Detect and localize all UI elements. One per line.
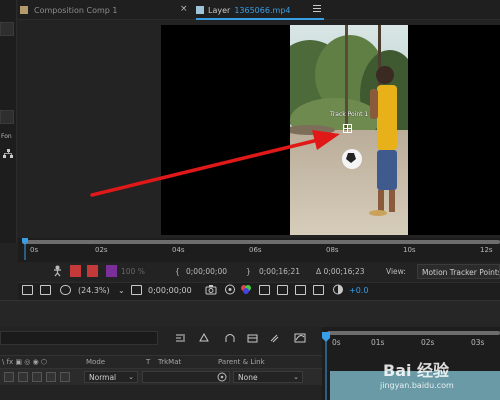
t-column-header: T: [146, 358, 151, 366]
tab-layer-filename: 1365066.mp4: [234, 5, 291, 15]
timeline-work-area-bar[interactable]: [327, 331, 500, 335]
left-panel-field[interactable]: [0, 110, 14, 124]
motion-blur-switch[interactable]: [60, 372, 70, 382]
shy-switch[interactable]: [4, 372, 14, 382]
ruler-tick-label: 08s: [326, 246, 339, 254]
channel-icon[interactable]: [240, 284, 252, 295]
baidu-watermark: Bai 经验: [383, 361, 450, 380]
in-point-time[interactable]: 0;00;00;00: [186, 267, 227, 276]
timeline-tick-label: 03s: [471, 338, 485, 347]
ruler-tick-label: 10s: [403, 246, 416, 254]
exposure-value[interactable]: +0.0: [349, 286, 368, 295]
collapse-switch[interactable]: [18, 372, 28, 382]
track-point-label: Track Point 1: [330, 111, 369, 118]
timeline-search-input[interactable]: [0, 331, 158, 345]
timeline-tick-label: 0s: [332, 338, 341, 347]
parent-value: None: [238, 373, 258, 382]
ruler-tick-label: 0s: [30, 246, 39, 254]
mark-out-button[interactable]: [87, 265, 98, 277]
transparency-grid-icon[interactable]: [277, 285, 288, 295]
mode-value: Normal: [89, 373, 117, 382]
tab-layer-prefix: Layer: [208, 5, 231, 15]
effects-switch[interactable]: [46, 372, 56, 382]
pick-whip-icon[interactable]: [217, 372, 227, 382]
panel-menu-icon[interactable]: [313, 5, 321, 13]
hierarchy-icon[interactable]: [3, 149, 13, 158]
left-panel-label: Fon: [1, 133, 12, 140]
set-in-bracket-icon[interactable]: {: [175, 267, 180, 276]
composition-swatch-icon: [20, 6, 28, 14]
current-time[interactable]: 0;00;00;00: [148, 286, 192, 295]
composition-mini-flowchart-icon[interactable]: [175, 333, 187, 343]
person-icon[interactable]: [52, 265, 63, 277]
timeline-tick-label: 01s: [371, 338, 385, 347]
motion-blur-icon[interactable]: [268, 333, 280, 343]
view-label: View:: [386, 267, 406, 276]
mask-visibility-icon[interactable]: [60, 285, 71, 295]
guides-icon[interactable]: [40, 285, 51, 295]
close-tab-icon[interactable]: ×: [180, 4, 188, 14]
playhead-icon[interactable]: [22, 238, 28, 260]
draft-3d-icon[interactable]: [198, 333, 210, 343]
left-panel: Fon: [0, 0, 17, 243]
view-dropdown[interactable]: Motion Tracker Points: [417, 264, 500, 279]
resolution-grid-icon[interactable]: [131, 285, 142, 295]
switches-header-icon: \ fx ▣ ◎ ◉ ⬡: [2, 358, 48, 366]
graph-editor-icon[interactable]: [294, 333, 306, 343]
ruler-tick-label: 12s: [480, 246, 493, 254]
ruler-tick-label: 04s: [172, 246, 185, 254]
baidu-watermark-url: jingyan.baidu.com: [380, 381, 454, 390]
flowchart-icon[interactable]: [313, 285, 324, 295]
parent-column-header: Parent & Link: [218, 358, 265, 366]
tab-composition-label: Composition Comp 1: [34, 5, 118, 15]
ruler-tick-label: 02s: [95, 246, 108, 254]
duration-readout: Δ 0;00;16;23: [316, 267, 365, 276]
region-of-interest-icon[interactable]: [259, 285, 270, 295]
parent-dropdown[interactable]: None ⌄: [233, 371, 303, 383]
out-point-time[interactable]: 0;00;16;21: [259, 267, 300, 276]
quality-switch[interactable]: [32, 372, 42, 382]
timeline-panel: [0, 300, 500, 327]
track-point-handle[interactable]: [343, 124, 352, 133]
left-panel-tab[interactable]: [0, 22, 14, 36]
tab-layer[interactable]: Layer 1365066.mp4: [196, 0, 290, 20]
timeline-tick-label: 02s: [421, 338, 435, 347]
mode-dropdown[interactable]: Normal ⌄: [84, 371, 138, 383]
color-swatch-button[interactable]: [106, 265, 117, 277]
chevron-down-icon: ⌄: [128, 373, 134, 381]
layer-swatch-icon: [196, 6, 204, 14]
mode-column-header: Mode: [86, 358, 106, 366]
mark-in-button[interactable]: [70, 265, 81, 277]
toggle-view-icon[interactable]: [295, 285, 306, 295]
timeline-empty-row: [0, 385, 322, 400]
magnification-dropdown[interactable]: (24.3%): [78, 286, 110, 295]
ruler-tick-label: 06s: [249, 246, 262, 254]
always-preview-icon[interactable]: [22, 285, 33, 295]
show-snapshot-icon[interactable]: [224, 284, 236, 295]
trkmat-column-header: TrkMat: [158, 358, 182, 366]
camera-icon[interactable]: [205, 284, 217, 295]
chevron-down-icon: ⌄: [293, 373, 299, 381]
frame-blending-icon[interactable]: [247, 333, 259, 343]
shy-layers-icon[interactable]: [224, 333, 236, 343]
work-area-bar[interactable]: [22, 240, 500, 244]
chevron-down-icon[interactable]: ⌄: [118, 286, 125, 295]
tab-composition[interactable]: Composition Comp 1: [20, 0, 118, 20]
opacity-readout: 100 %: [121, 267, 145, 276]
set-out-bracket-icon[interactable]: }: [246, 267, 251, 276]
exposure-icon[interactable]: [332, 284, 344, 295]
timeline-playhead-icon[interactable]: [322, 330, 330, 400]
